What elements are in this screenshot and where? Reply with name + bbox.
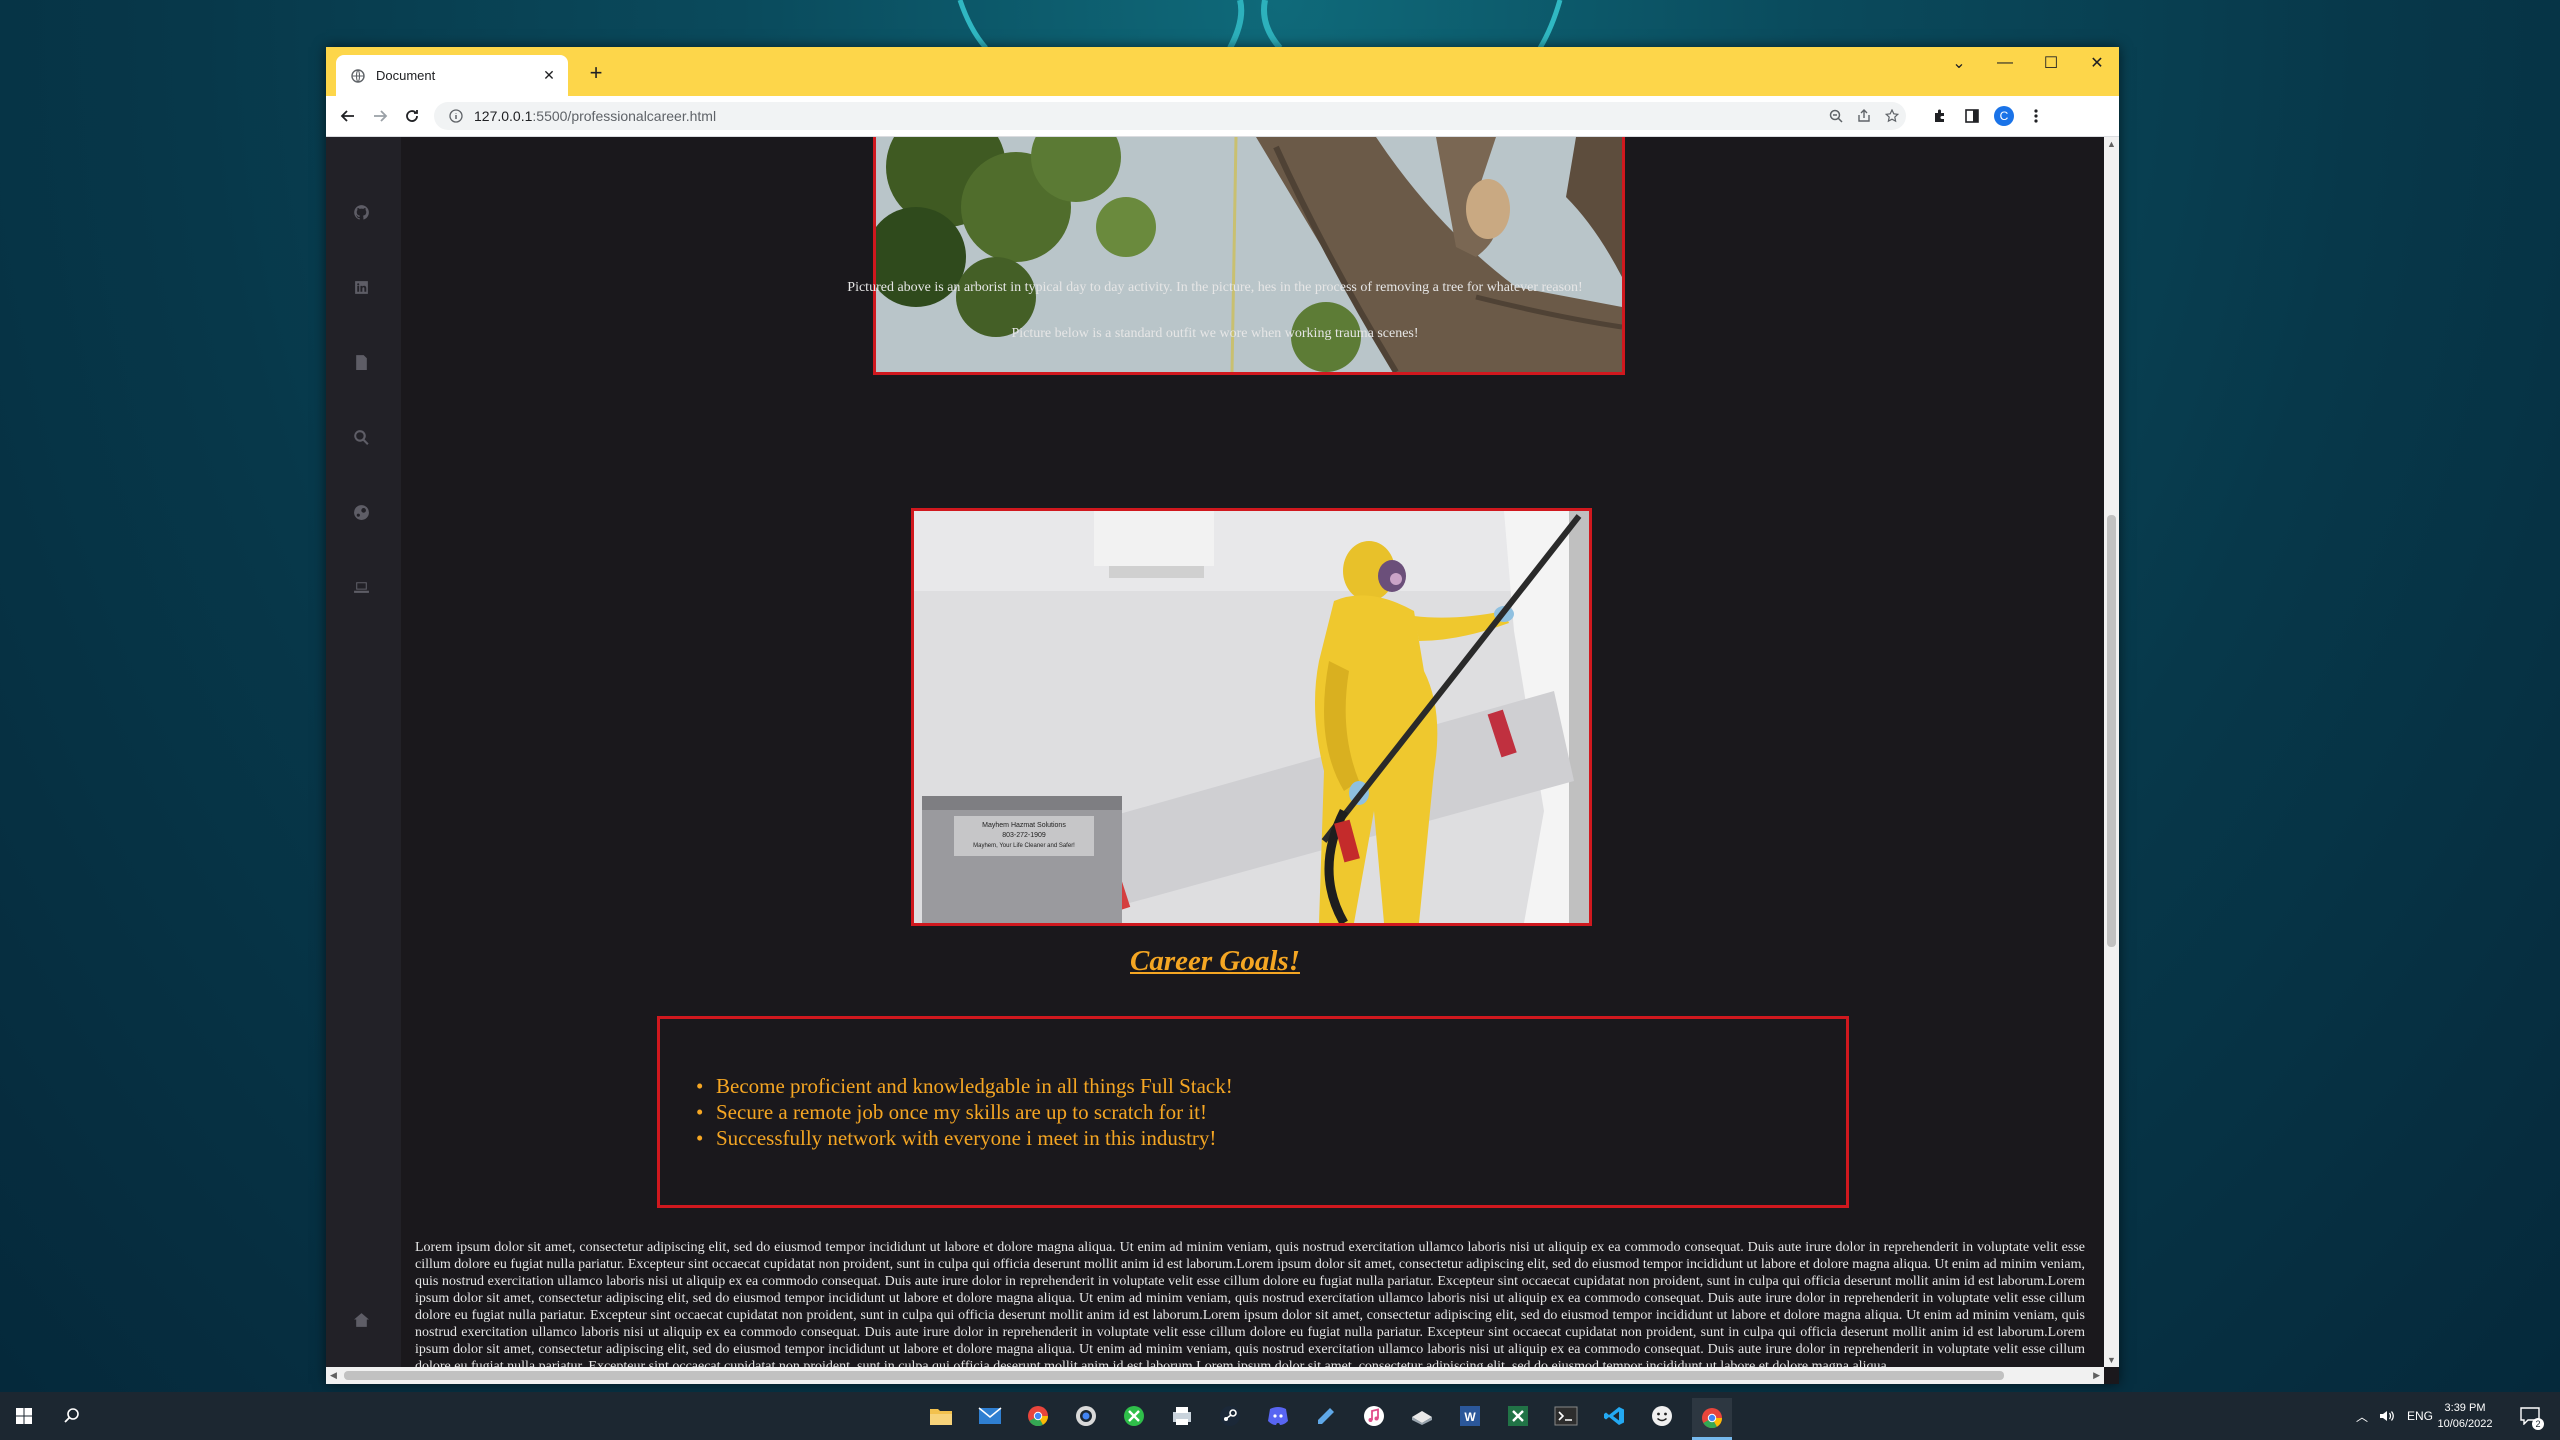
equipment-label-phone: 803-272-1909 bbox=[1002, 832, 1046, 839]
scroll-down-arrow-icon[interactable]: ▼ bbox=[2107, 1355, 2116, 1365]
site-info-icon[interactable] bbox=[446, 109, 466, 123]
close-tab-icon[interactable]: ✕ bbox=[540, 67, 558, 85]
address-bar[interactable]: 127.0.0.1:5500/professionalcareer.html bbox=[434, 102, 1906, 130]
scroll-left-arrow-icon[interactable]: ◀ bbox=[330, 1370, 337, 1381]
home-icon[interactable] bbox=[348, 1307, 374, 1333]
pen-tablet-icon[interactable] bbox=[1310, 1400, 1342, 1432]
file-explorer-icon[interactable] bbox=[925, 1400, 957, 1432]
chrome-icon[interactable] bbox=[1022, 1400, 1054, 1432]
vertical-scroll-thumb[interactable] bbox=[2107, 515, 2116, 947]
close-window-button[interactable]: ✕ bbox=[2074, 47, 2120, 79]
itunes-icon[interactable] bbox=[1358, 1400, 1390, 1432]
side-panel-icon[interactable] bbox=[1958, 102, 1986, 130]
chrome-active-icon[interactable] bbox=[1692, 1398, 1732, 1440]
share-icon[interactable] bbox=[1850, 102, 1878, 130]
tab-search-chevron-icon[interactable]: ⌄ bbox=[1936, 47, 1982, 79]
vscode-icon[interactable] bbox=[1598, 1400, 1630, 1432]
vertical-scrollbar[interactable]: ▲ ▼ bbox=[2104, 137, 2119, 1367]
tab-strip: Document ✕ + ⌄ — ☐ ✕ bbox=[326, 47, 2119, 96]
browser-menu-icon[interactable] bbox=[2022, 102, 2050, 130]
arborist-caption: Pictured above is an arborist in typical… bbox=[847, 280, 1583, 295]
browser-toolbar: 127.0.0.1:5500/professionalcareer.html C bbox=[326, 96, 2119, 137]
lorem-paragraph: Lorem ipsum dolor sit amet, consectetur … bbox=[415, 1240, 2085, 1367]
profile-avatar[interactable]: C bbox=[1990, 102, 2018, 130]
clock[interactable]: 3:39 PM 10/06/2022 bbox=[2430, 1400, 2500, 1432]
clock-date: 10/06/2022 bbox=[2437, 1418, 2493, 1430]
minimize-button[interactable]: — bbox=[1982, 47, 2028, 79]
scroll-right-arrow-icon[interactable]: ▶ bbox=[2093, 1370, 2100, 1381]
horizontal-scroll-thumb[interactable] bbox=[344, 1371, 2004, 1380]
steam-taskbar-icon[interactable] bbox=[1214, 1400, 1246, 1432]
career-goals-list: Become proficient and knowledgable in al… bbox=[696, 1073, 1233, 1151]
excel-icon[interactable] bbox=[1502, 1400, 1534, 1432]
volume-icon[interactable] bbox=[2376, 1392, 2398, 1440]
page-viewport: Pictured above is an arborist in typical… bbox=[326, 137, 2104, 1367]
maximize-button[interactable]: ☐ bbox=[2028, 47, 2074, 79]
globe-icon bbox=[350, 68, 366, 84]
notification-count: 2 bbox=[2532, 1418, 2544, 1430]
zoom-icon[interactable] bbox=[1822, 102, 1850, 130]
print-queue-icon[interactable] bbox=[1166, 1400, 1198, 1432]
url-text[interactable]: 127.0.0.1:5500/professionalcareer.html bbox=[474, 108, 1822, 124]
storage-app-icon[interactable] bbox=[1406, 1400, 1438, 1432]
url-host: 127.0.0.1 bbox=[474, 108, 533, 124]
search-icon[interactable] bbox=[348, 424, 374, 450]
hazmat-photo: Mayhem Hazmat Solutions 803-272-1909 May… bbox=[911, 508, 1592, 926]
bookmark-star-icon[interactable] bbox=[1878, 102, 1906, 130]
xbox-app-icon[interactable] bbox=[1118, 1400, 1150, 1432]
tray-overflow-chevron-icon[interactable]: ︿ bbox=[2352, 1392, 2372, 1440]
trauma-outfit-caption: Picture below is a standard outfit we wo… bbox=[1011, 326, 1419, 341]
svg-text:W: W bbox=[1464, 1410, 1476, 1424]
goal-item: Successfully network with everyone i mee… bbox=[696, 1125, 1233, 1151]
github-icon[interactable] bbox=[348, 199, 374, 225]
clock-time: 3:39 PM bbox=[2444, 1402, 2486, 1414]
reload-button[interactable] bbox=[398, 102, 426, 130]
side-navigation bbox=[326, 137, 401, 1367]
scroll-up-arrow-icon[interactable]: ▲ bbox=[2107, 139, 2116, 149]
notification-center-icon[interactable]: 2 bbox=[2512, 1392, 2548, 1440]
steam-icon[interactable] bbox=[348, 499, 374, 525]
new-tab-button[interactable]: + bbox=[584, 60, 608, 85]
laptop-icon[interactable] bbox=[348, 574, 374, 600]
goal-item: Secure a remote job once my skills are u… bbox=[696, 1099, 1233, 1125]
terminal-icon[interactable] bbox=[1550, 1400, 1582, 1432]
chrome-beta-icon[interactable] bbox=[1070, 1400, 1102, 1432]
discord-icon[interactable] bbox=[1262, 1400, 1294, 1432]
windows-start-icon[interactable] bbox=[8, 1400, 40, 1432]
emoji-app-icon[interactable] bbox=[1646, 1400, 1678, 1432]
mail-icon[interactable] bbox=[974, 1400, 1006, 1432]
document-icon[interactable] bbox=[348, 349, 374, 375]
hazmat-photo-illustration: Mayhem Hazmat Solutions 803-272-1909 May… bbox=[914, 511, 1589, 923]
forward-button[interactable] bbox=[366, 102, 394, 130]
word-icon[interactable]: W bbox=[1454, 1400, 1486, 1432]
taskbar-search-icon[interactable] bbox=[56, 1400, 88, 1432]
taskbar: W ︿ ENG 3:39 PM 10/06/2022 2 bbox=[0, 1392, 2560, 1440]
back-button[interactable] bbox=[334, 102, 362, 130]
equipment-label-company: Mayhem Hazmat Solutions bbox=[982, 822, 1066, 829]
tab-document[interactable]: Document ✕ bbox=[336, 55, 568, 96]
url-path: :5500/professionalcareer.html bbox=[532, 108, 717, 124]
career-goals-heading: Career Goals! bbox=[1130, 945, 1300, 977]
profile-initial: C bbox=[1994, 106, 2014, 126]
tab-title: Document bbox=[376, 68, 436, 83]
extensions-puzzle-icon[interactable] bbox=[1926, 102, 1954, 130]
equipment-label-slogan: Mayhem, Your Life Cleaner and Safer! bbox=[973, 843, 1075, 849]
horizontal-scrollbar[interactable]: ◀ ▶ bbox=[326, 1367, 2104, 1384]
career-goals-box: Become proficient and knowledgable in al… bbox=[657, 1016, 1849, 1208]
wallpaper-decoration bbox=[957, 0, 1563, 48]
browser-window: Document ✕ + ⌄ — ☐ ✕ 127.0.0.1:5500/prof… bbox=[326, 47, 2119, 1384]
goal-item: Become proficient and knowledgable in al… bbox=[696, 1073, 1233, 1099]
